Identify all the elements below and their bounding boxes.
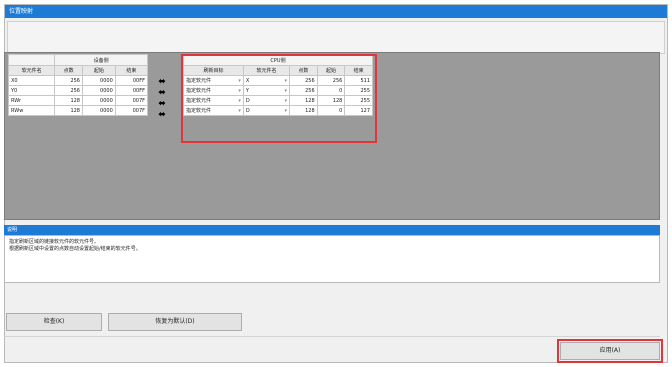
double-arrow-icon: ⬌: [158, 110, 166, 120]
double-arrow-icon: ⬌: [158, 99, 166, 109]
points-cell: 256: [54, 85, 83, 96]
start-cell: 0000: [81, 85, 116, 96]
device-name-cell: Y0: [7, 85, 56, 96]
table-row: RWw 128 0000 007F: [7, 105, 149, 116]
description-title: 说明: [4, 225, 660, 235]
points-cell: 128: [54, 95, 83, 106]
points-cell: 256: [54, 75, 83, 86]
device-name-cell: X0: [7, 75, 56, 86]
description-line: 指定刷新区域的链接软元件的软元件号。: [9, 239, 100, 245]
table-row: X0 256 0000 00FF: [7, 75, 149, 86]
column-header: 起始: [81, 65, 116, 76]
divider: [4, 336, 660, 337]
apply-highlight: [557, 339, 663, 363]
window-title: 位置映射: [5, 5, 667, 18]
end-cell: 007F: [114, 105, 149, 116]
column-header: 点数: [54, 65, 83, 76]
end-cell: 00FF: [114, 75, 149, 86]
column-header: 软元件名: [7, 65, 56, 76]
table-row: RWr 128 0000 007F: [7, 95, 149, 106]
device-name-cell: RWw: [7, 105, 56, 116]
check-button[interactable]: 检查(K): [6, 313, 102, 331]
description-line: 根据刷新区域中设置的点数自动设置起始/结束的软元件号。: [9, 246, 141, 252]
cpu-side-highlight: [181, 54, 377, 143]
start-cell: 0000: [81, 75, 116, 86]
double-arrow-icon: ⬌: [158, 77, 166, 87]
spacer-cell: [7, 54, 56, 66]
table-row: Y0 256 0000 00FF: [7, 85, 149, 96]
end-cell: 00FF: [114, 85, 149, 96]
points-cell: 128: [54, 105, 83, 116]
header-panel: [7, 21, 665, 54]
device-group-header: 设备侧: [54, 54, 148, 66]
device-side-table: 设备侧 软元件名 点数 起始 结束 X0 256 0000 00FF Y0 25…: [7, 54, 149, 116]
start-cell: 0000: [81, 105, 116, 116]
description-box: 指定刷新区域的链接软元件的软元件号。 根据刷新区域中设置的点数自动设置起始/结束…: [4, 235, 660, 283]
start-cell: 0000: [81, 95, 116, 106]
device-name-cell: RWr: [7, 95, 56, 106]
restore-default-button[interactable]: 恢复为默认(D): [108, 313, 242, 331]
end-cell: 007F: [114, 95, 149, 106]
column-header: 结束: [114, 65, 149, 76]
double-arrow-icon: ⬌: [158, 88, 166, 98]
